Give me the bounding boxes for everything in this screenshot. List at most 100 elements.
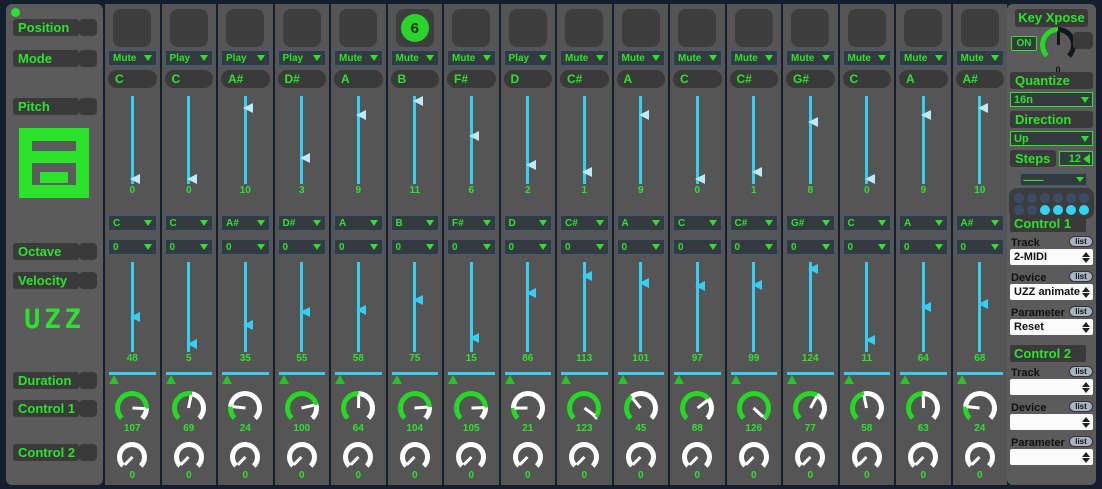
- duration-slider-marker[interactable]: [335, 375, 345, 384]
- duration-slider-marker[interactable]: [561, 375, 571, 384]
- pitch-slider[interactable]: [783, 96, 838, 184]
- pattern-dot[interactable]: [1079, 193, 1089, 203]
- pattern-dot[interactable]: [1040, 205, 1050, 215]
- duration-slider[interactable]: [222, 372, 269, 386]
- control2-device-list-button[interactable]: list: [1069, 401, 1093, 412]
- step-mode-dropdown[interactable]: Play: [221, 50, 270, 66]
- velocity-slider-marker[interactable]: [187, 339, 197, 349]
- octave-option-button[interactable]: [79, 243, 97, 260]
- pitch-slider-marker[interactable]: [865, 174, 875, 184]
- control1-knob[interactable]: [793, 391, 827, 425]
- pitch-slider[interactable]: [953, 96, 1008, 184]
- key-xpose-button[interactable]: Key Xpose: [1015, 9, 1088, 27]
- velocity-slider-marker[interactable]: [752, 280, 762, 290]
- control1-knob[interactable]: [398, 391, 432, 425]
- duration-slider-marker[interactable]: [731, 375, 741, 384]
- step-octave-dropdown[interactable]: 0: [560, 239, 609, 255]
- control2-knob[interactable]: [230, 442, 260, 472]
- duration-slider[interactable]: [731, 372, 778, 386]
- step-note-dropdown[interactable]: C: [843, 215, 892, 231]
- pitch-slider[interactable]: [557, 96, 612, 184]
- duration-slider-marker[interactable]: [900, 375, 910, 384]
- velocity-slider[interactable]: [501, 262, 556, 352]
- velocity-slider-marker[interactable]: [978, 299, 988, 309]
- control1-parameter-list-button[interactable]: list: [1069, 306, 1093, 317]
- pitch-slider-marker[interactable]: [978, 103, 988, 113]
- velocity-slider-marker[interactable]: [526, 288, 536, 298]
- step-mode-dropdown[interactable]: Play: [504, 50, 553, 66]
- duration-slider-marker[interactable]: [279, 375, 289, 384]
- pitch-slider-marker[interactable]: [752, 167, 762, 177]
- step-octave-dropdown[interactable]: 0: [730, 239, 779, 255]
- control2-knob[interactable]: [174, 442, 204, 472]
- velocity-slider-marker[interactable]: [808, 264, 818, 274]
- spinner-icon[interactable]: [1082, 252, 1090, 263]
- step-mode-dropdown[interactable]: Mute: [391, 50, 440, 66]
- step-octave-dropdown[interactable]: 0: [956, 239, 1005, 255]
- pitch-slider-marker[interactable]: [243, 103, 253, 113]
- step-octave-dropdown[interactable]: 0: [843, 239, 892, 255]
- control2-knob[interactable]: [456, 442, 486, 472]
- pitch-slider-marker[interactable]: [130, 174, 140, 184]
- velocity-slider[interactable]: [727, 262, 782, 352]
- step-octave-dropdown[interactable]: 0: [165, 239, 214, 255]
- step-note-dropdown[interactable]: G#: [786, 215, 835, 231]
- step-pad[interactable]: 6: [904, 9, 942, 47]
- pitch-slider-marker[interactable]: [413, 96, 423, 106]
- position-option-button[interactable]: [79, 19, 97, 36]
- step-octave-dropdown[interactable]: 0: [334, 239, 383, 255]
- power-dot[interactable]: [11, 8, 20, 17]
- step-mode-dropdown[interactable]: Mute: [899, 50, 948, 66]
- velocity-slider[interactable]: [105, 262, 160, 352]
- step-pad[interactable]: 6: [961, 9, 999, 47]
- control1-knob[interactable]: [624, 391, 658, 425]
- velocity-slider-marker[interactable]: [582, 271, 592, 281]
- sidebar-item-mode[interactable]: Mode: [13, 50, 79, 67]
- velocity-slider-marker[interactable]: [243, 320, 253, 330]
- pitch-slider[interactable]: [670, 96, 725, 184]
- key-xpose-map-button[interactable]: [1073, 32, 1093, 49]
- step-octave-dropdown[interactable]: 0: [108, 239, 157, 255]
- step-mode-dropdown[interactable]: Mute: [447, 50, 496, 66]
- step-pad[interactable]: 6: [396, 9, 434, 47]
- velocity-slider[interactable]: [670, 262, 725, 352]
- duration-slider-marker[interactable]: [674, 375, 684, 384]
- spinner-icon[interactable]: [1082, 322, 1090, 333]
- pattern-dot[interactable]: [1079, 205, 1089, 215]
- sidebar-item-position[interactable]: Position: [13, 19, 79, 36]
- step-mode-dropdown[interactable]: Mute: [843, 50, 892, 66]
- step-octave-dropdown[interactable]: 0: [673, 239, 722, 255]
- control1-knob[interactable]: [850, 391, 884, 425]
- control1-knob[interactable]: [737, 391, 771, 425]
- step-octave-dropdown[interactable]: 0: [617, 239, 666, 255]
- duration-slider-marker[interactable]: [618, 375, 628, 384]
- velocity-slider-marker[interactable]: [695, 281, 705, 291]
- step-octave-dropdown[interactable]: 0: [278, 239, 327, 255]
- control1-knob[interactable]: [228, 391, 262, 425]
- control1-option-button[interactable]: [79, 400, 97, 417]
- duration-slider[interactable]: [392, 372, 439, 386]
- steps-number-box[interactable]: 12: [1059, 151, 1093, 166]
- step-note-dropdown[interactable]: C: [165, 215, 214, 231]
- control2-option-button[interactable]: [79, 444, 97, 461]
- step-pad[interactable]: 6: [848, 9, 886, 47]
- spinner-icon[interactable]: [1082, 287, 1090, 298]
- pitch-slider-marker[interactable]: [582, 167, 592, 177]
- step-note-dropdown[interactable]: C#: [730, 215, 779, 231]
- pattern-dot[interactable]: [1040, 193, 1050, 203]
- pattern-dot[interactable]: [1027, 205, 1037, 215]
- duration-slider-marker[interactable]: [787, 375, 797, 384]
- control2-device-select[interactable]: [1010, 414, 1093, 430]
- pitch-slider[interactable]: [444, 96, 499, 184]
- velocity-slider[interactable]: [275, 262, 330, 352]
- duration-option-button[interactable]: [79, 372, 97, 389]
- step-pad[interactable]: 6: [565, 9, 603, 47]
- velocity-slider-marker[interactable]: [130, 312, 140, 322]
- pitch-slider-marker[interactable]: [526, 160, 536, 170]
- duration-slider-marker[interactable]: [392, 375, 402, 384]
- pitch-slider-marker[interactable]: [808, 117, 818, 127]
- velocity-slider-marker[interactable]: [865, 335, 875, 345]
- step-mode-dropdown[interactable]: Mute: [108, 50, 157, 66]
- sidebar-item-duration[interactable]: Duration: [13, 372, 79, 389]
- duration-slider[interactable]: [561, 372, 608, 386]
